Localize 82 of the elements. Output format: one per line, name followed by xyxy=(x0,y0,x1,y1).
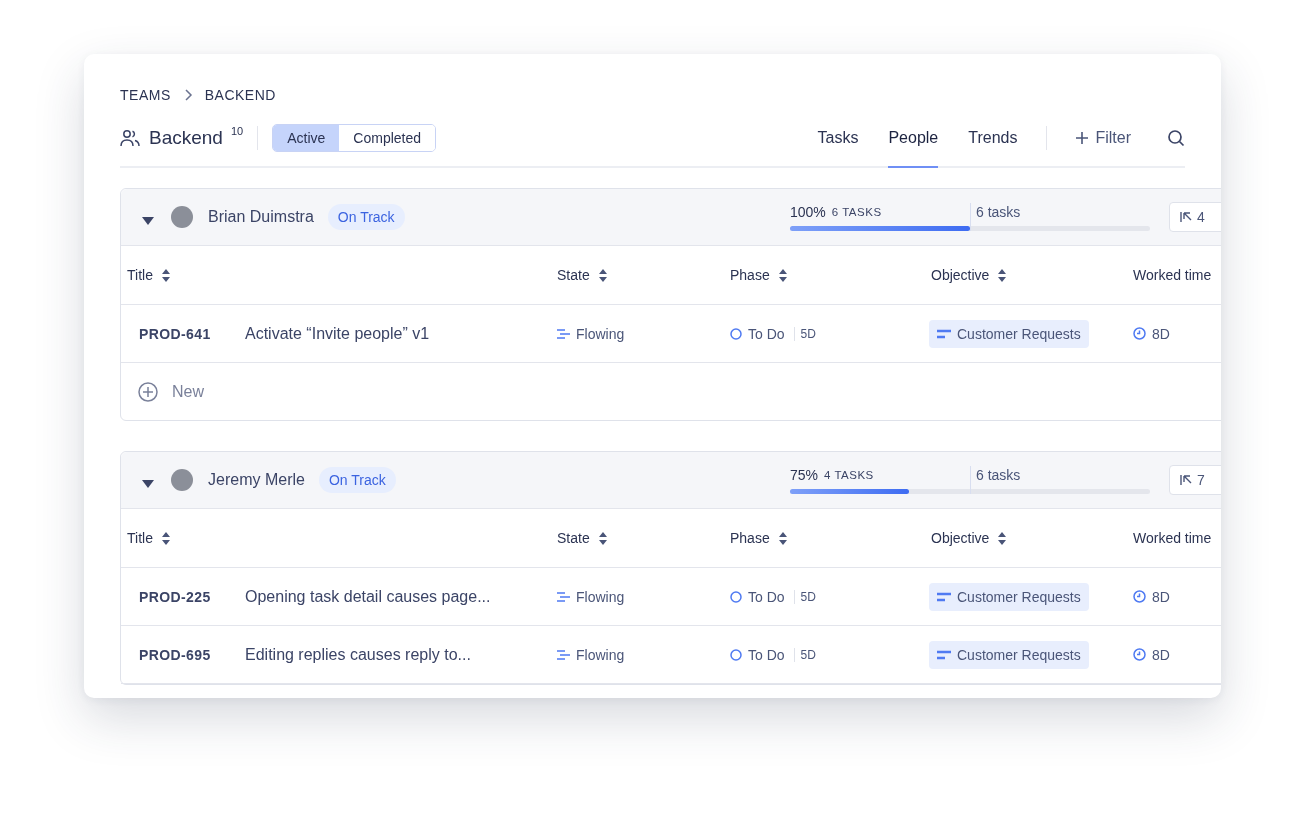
arrow-up-left-icon xyxy=(1180,211,1192,223)
column-header[interactable]: Objective xyxy=(931,267,990,283)
status-tag: On Track xyxy=(327,204,405,230)
total-count: 6 tasks xyxy=(976,204,1021,220)
sort-icon[interactable] xyxy=(598,531,607,545)
bars-icon xyxy=(937,591,951,602)
sort-icon[interactable] xyxy=(998,268,1007,282)
search-icon[interactable] xyxy=(1167,129,1185,147)
sort-icon[interactable] xyxy=(778,531,787,545)
sort-icon[interactable] xyxy=(161,268,170,282)
breadcrumb-item[interactable]: BACKEND xyxy=(204,87,276,103)
view-tab[interactable]: People xyxy=(888,110,939,168)
lines-icon xyxy=(557,649,570,660)
total-count: 6 tasks xyxy=(976,467,1021,483)
team-title: Backend xyxy=(149,127,223,149)
sort-icon[interactable] xyxy=(598,268,607,282)
new-task-button[interactable]: New xyxy=(172,382,204,401)
sort-icon[interactable] xyxy=(161,531,170,545)
done-count: 4 TASKS xyxy=(824,469,874,481)
plus-circle-icon[interactable] xyxy=(138,381,158,402)
bars-icon xyxy=(937,649,951,660)
task-key: PROD-695 xyxy=(139,646,245,663)
avatar xyxy=(171,469,193,491)
task-key: PROD-641 xyxy=(139,325,245,342)
column-header[interactable]: Phase xyxy=(730,530,770,546)
worked-time: 8D xyxy=(1152,325,1170,342)
subtask-count-button[interactable]: 7 xyxy=(1169,465,1221,495)
objective-tag[interactable]: Customer Requests xyxy=(929,319,1089,348)
chevron-right-icon xyxy=(182,89,193,101)
task-title[interactable]: Activate “Invite people” v1 xyxy=(245,324,430,343)
view-tab[interactable]: Tasks xyxy=(817,110,859,168)
phase-label: To Do xyxy=(748,325,785,342)
column-header[interactable]: Title xyxy=(127,530,153,546)
filter-button[interactable]: Filter xyxy=(1069,128,1137,148)
column-header[interactable]: Objective xyxy=(931,530,990,546)
lines-icon xyxy=(557,591,570,602)
plus-icon xyxy=(1075,131,1090,145)
progress-percent: 75% xyxy=(790,467,819,483)
column-header[interactable]: Worked time xyxy=(1133,267,1212,283)
state-label: Flowing xyxy=(576,325,625,342)
segment-button[interactable]: Active xyxy=(273,125,340,151)
status-tag: On Track xyxy=(318,467,396,493)
column-header[interactable]: State xyxy=(557,530,590,546)
phase-time: 5D xyxy=(793,647,816,662)
clock-icon xyxy=(1133,590,1146,603)
clock-icon xyxy=(1133,327,1146,340)
worked-time: 8D xyxy=(1152,646,1170,663)
sort-icon[interactable] xyxy=(998,531,1007,545)
column-header[interactable]: Title xyxy=(127,267,153,283)
lines-icon xyxy=(557,328,570,339)
person-name: Brian Duimstra xyxy=(208,208,314,226)
column-header[interactable]: Phase xyxy=(730,267,770,283)
team-count: 10 xyxy=(230,125,244,137)
circle-icon xyxy=(730,327,742,340)
worked-time: 8D xyxy=(1152,588,1170,605)
state-label: Flowing xyxy=(576,646,625,663)
phase-time: 5D xyxy=(793,589,816,604)
objective-tag[interactable]: Customer Requests xyxy=(929,640,1089,669)
objective-tag[interactable]: Customer Requests xyxy=(929,582,1089,611)
view-tab[interactable]: Trends xyxy=(968,110,1018,168)
phase-label: To Do xyxy=(748,588,785,605)
task-title[interactable]: Opening task detail causes page... xyxy=(245,587,491,606)
breadcrumb-item[interactable]: TEAMS xyxy=(120,87,171,103)
phase-time: 5D xyxy=(793,326,816,341)
arrow-up-left-icon xyxy=(1180,474,1192,486)
sort-icon[interactable] xyxy=(778,268,787,282)
column-header[interactable]: State xyxy=(557,267,590,283)
done-count: 6 TASKS xyxy=(831,206,882,218)
circle-icon xyxy=(730,590,742,603)
person-name: Jeremy Merle xyxy=(208,471,305,489)
phase-label: To Do xyxy=(748,646,785,663)
task-title[interactable]: Editing replies causes reply to... xyxy=(245,645,471,664)
bars-icon xyxy=(937,328,951,339)
circle-icon xyxy=(730,648,742,661)
progress-percent: 100% xyxy=(790,204,826,220)
task-key: PROD-225 xyxy=(139,588,245,605)
subtask-count-button[interactable]: 4 xyxy=(1169,202,1221,232)
people-icon xyxy=(120,128,140,148)
state-label: Flowing xyxy=(576,588,625,605)
column-header[interactable]: Worked time xyxy=(1133,530,1212,546)
clock-icon xyxy=(1133,648,1146,661)
avatar xyxy=(171,206,193,228)
